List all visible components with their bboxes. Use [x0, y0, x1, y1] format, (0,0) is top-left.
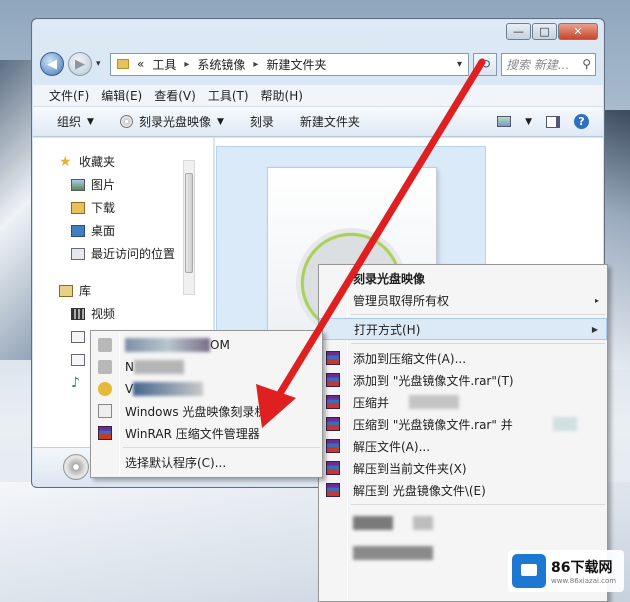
watermark-url: www.86xiazai.com: [551, 577, 617, 585]
watermark-title: 86下载网: [551, 560, 613, 576]
site-logo-icon: [512, 554, 546, 588]
watermark-text: 86下载网 www.86xiazai.com: [551, 557, 616, 585]
arrow-shaft: [272, 58, 486, 404]
site-watermark: 86下载网 www.86xiazai.com: [508, 550, 624, 592]
annotation-arrow: [256, 58, 486, 428]
arrow-head: [256, 384, 296, 428]
